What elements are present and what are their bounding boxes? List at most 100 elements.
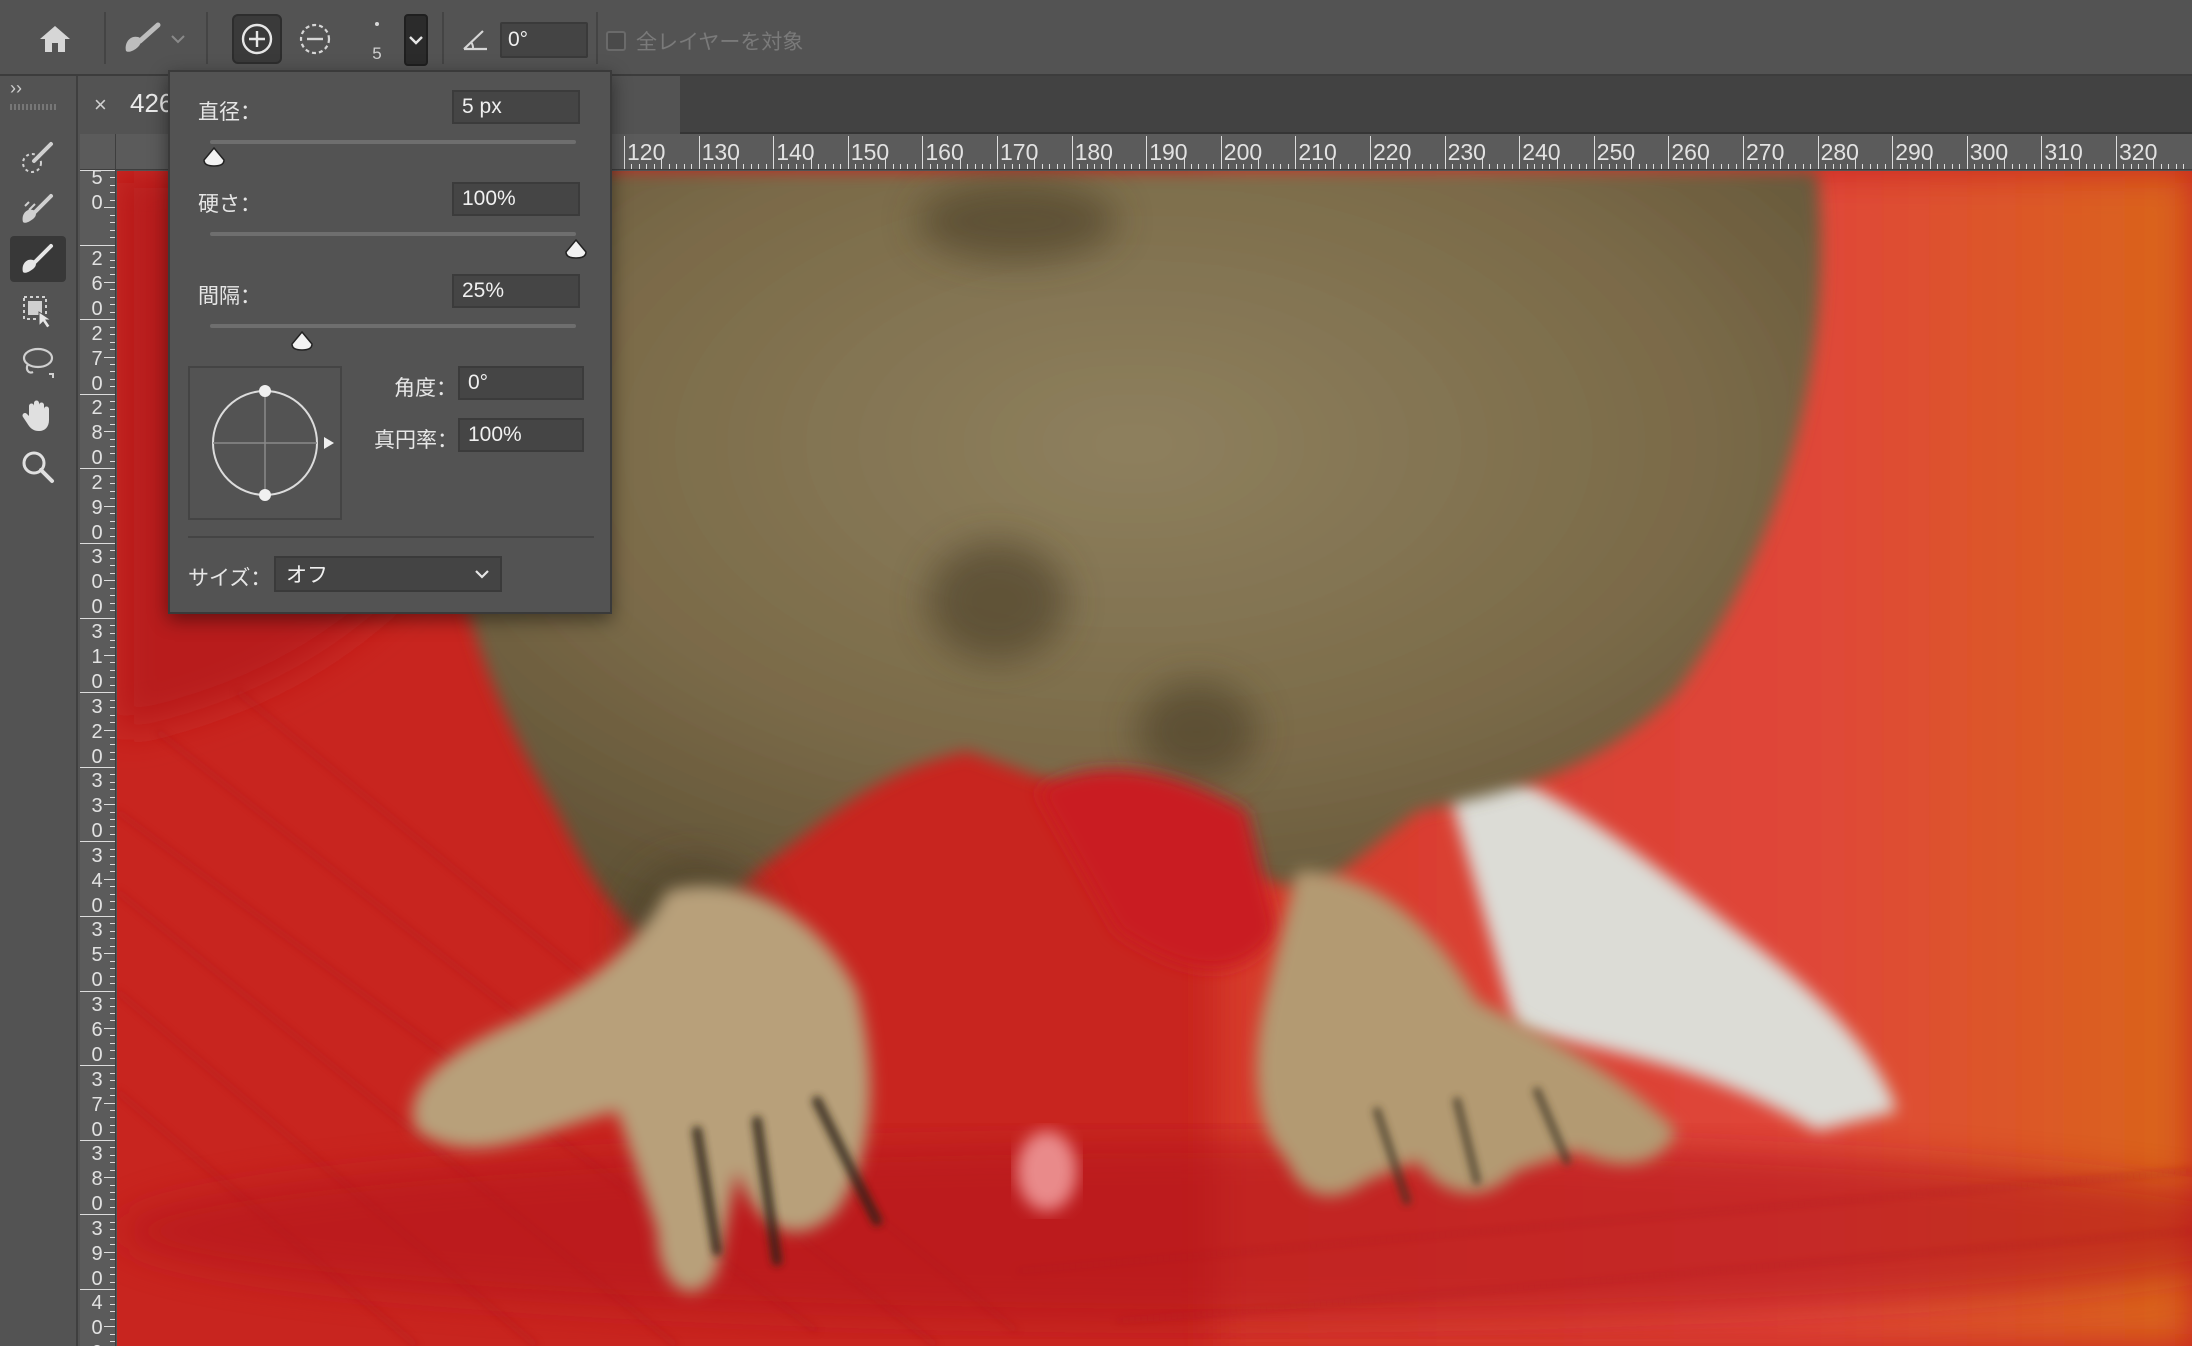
- brush-angle-roundness-widget[interactable]: [188, 366, 342, 520]
- home-button[interactable]: [30, 18, 80, 60]
- tool-preset-picker[interactable]: [108, 18, 198, 60]
- toolbar-grip[interactable]: [10, 104, 58, 110]
- ruler-minor-tick: [1854, 158, 1856, 169]
- ruler-minor-tick: [1884, 164, 1886, 169]
- ruler-minor-tick: [110, 930, 115, 932]
- ruler-minor-tick: [110, 565, 115, 567]
- ruler-minor-tick: [1362, 164, 1364, 169]
- hardness-input[interactable]: [452, 182, 580, 216]
- ruler-label: 220: [1373, 139, 1412, 165]
- ruler-minor-tick: [110, 1333, 115, 1335]
- hardness-label: 硬さ：: [198, 193, 261, 216]
- close-tab-icon[interactable]: ×: [94, 92, 107, 118]
- ruler-minor-tick: [110, 528, 115, 530]
- ruler-minor-tick: [862, 164, 864, 169]
- ruler-minor-tick: [110, 184, 115, 186]
- spacing-slider[interactable]: [210, 324, 576, 328]
- ruler-origin[interactable]: [80, 134, 116, 170]
- spacing-label: 間隔：: [198, 285, 261, 308]
- diameter-slider[interactable]: [210, 140, 576, 144]
- ruler-minor-tick: [758, 164, 760, 169]
- ruler-minor-tick: [1526, 164, 1528, 169]
- checkbox[interactable]: [606, 31, 626, 51]
- brush-settings-dropdown-button[interactable]: [404, 14, 428, 66]
- ruler-minor-tick: [104, 953, 115, 955]
- ruler-minor-tick: [1728, 164, 1730, 169]
- ruler-minor-tick: [110, 1206, 115, 1208]
- ruler-minor-tick: [110, 1020, 115, 1022]
- ruler-major-tick: [1370, 136, 1371, 169]
- tool-hand[interactable]: [10, 392, 66, 438]
- ruler-minor-tick: [1616, 164, 1618, 169]
- ruler-label: 310: [2044, 139, 2083, 165]
- ruler-minor-tick: [1422, 164, 1424, 169]
- ruler-minor-tick: [110, 1087, 115, 1089]
- ruler-minor-tick: [1108, 158, 1110, 169]
- ruler-minor-tick: [870, 164, 872, 169]
- mode-add-button[interactable]: [232, 14, 282, 64]
- brush-angle-input[interactable]: [458, 366, 584, 400]
- ruler-minor-tick: [1832, 164, 1834, 169]
- collapse-toolbar-button[interactable]: ››: [10, 78, 22, 99]
- tool-brush[interactable]: [10, 236, 66, 282]
- hardness-slider-thumb[interactable]: [564, 238, 588, 260]
- ruler-minor-tick: [110, 744, 115, 746]
- ruler-label: 320: [91, 695, 103, 768]
- ruler-minor-tick: [1899, 164, 1901, 169]
- ruler-minor-tick: [1093, 164, 1095, 169]
- ruler-label: 180: [1074, 139, 1113, 165]
- tool-refine-edge-brush[interactable]: [10, 186, 66, 232]
- ruler-minor-tick: [110, 513, 115, 515]
- ruler-label: 240: [1522, 139, 1561, 165]
- ruler-major-tick: [1220, 136, 1222, 169]
- angle-input[interactable]: [500, 22, 588, 58]
- ruler-minor-tick: [1153, 164, 1155, 169]
- ruler-minor-tick: [104, 431, 115, 433]
- roundness-input[interactable]: [458, 418, 584, 452]
- spacing-slider-thumb[interactable]: [290, 330, 314, 352]
- tool-lasso[interactable]: [10, 340, 66, 386]
- ruler-minor-tick: [110, 1042, 115, 1044]
- lasso-icon: [22, 347, 54, 378]
- tool-object-selection[interactable]: [10, 288, 66, 334]
- ruler-minor-tick: [110, 856, 115, 858]
- ruler-minor-tick: [110, 1281, 115, 1283]
- ruler-minor-tick: [110, 968, 115, 970]
- ruler-minor-tick: [1355, 164, 1357, 169]
- ruler-minor-tick: [907, 164, 909, 169]
- hardness-slider[interactable]: [210, 232, 576, 236]
- ruler-minor-tick: [110, 423, 115, 425]
- ruler-minor-tick: [1862, 164, 1864, 169]
- tool-quick-selection[interactable]: [10, 134, 66, 180]
- ruler-minor-tick: [1780, 158, 1782, 169]
- size-control-select[interactable]: オフ: [274, 556, 502, 592]
- ruler-minor-tick: [743, 164, 745, 169]
- diameter-slider-thumb[interactable]: [202, 146, 226, 168]
- ruler-minor-tick: [1653, 164, 1655, 169]
- brush-size-preview[interactable]: 5: [355, 16, 399, 70]
- ruler-label: 300: [1969, 139, 2009, 165]
- vertical-ruler[interactable]: 50 260270 280290 300 310320 330340 350 360370 38…: [80, 170, 116, 1346]
- ruler-minor-tick: [110, 1236, 115, 1238]
- ruler-minor-tick: [110, 677, 115, 679]
- ruler-minor-tick: [110, 759, 115, 761]
- ruler-minor-tick: [1660, 164, 1662, 169]
- mode-subtract-button[interactable]: [290, 14, 340, 64]
- diameter-input[interactable]: [452, 90, 580, 124]
- ruler-minor-tick: [1340, 164, 1342, 169]
- ruler-label: 350: [91, 919, 103, 992]
- ruler-minor-tick: [110, 1244, 115, 1246]
- ruler-minor-tick: [104, 1027, 115, 1029]
- spacing-input[interactable]: [452, 274, 580, 308]
- angle-label: 角度：: [394, 377, 457, 400]
- ruler-minor-tick: [2138, 164, 2140, 169]
- refine-edge-brush-icon: [22, 194, 53, 223]
- tool-zoom[interactable]: [10, 444, 66, 490]
- ruler-minor-tick: [1228, 164, 1230, 169]
- ruler-minor-tick: [110, 789, 115, 791]
- ruler-minor-tick: [1116, 164, 1118, 169]
- ruler-minor-tick: [110, 1229, 115, 1231]
- ruler-label: 280: [1820, 139, 1859, 165]
- sample-all-layers-checkbox[interactable]: 全レイヤーを対象: [606, 26, 803, 56]
- ruler-minor-tick: [817, 164, 819, 169]
